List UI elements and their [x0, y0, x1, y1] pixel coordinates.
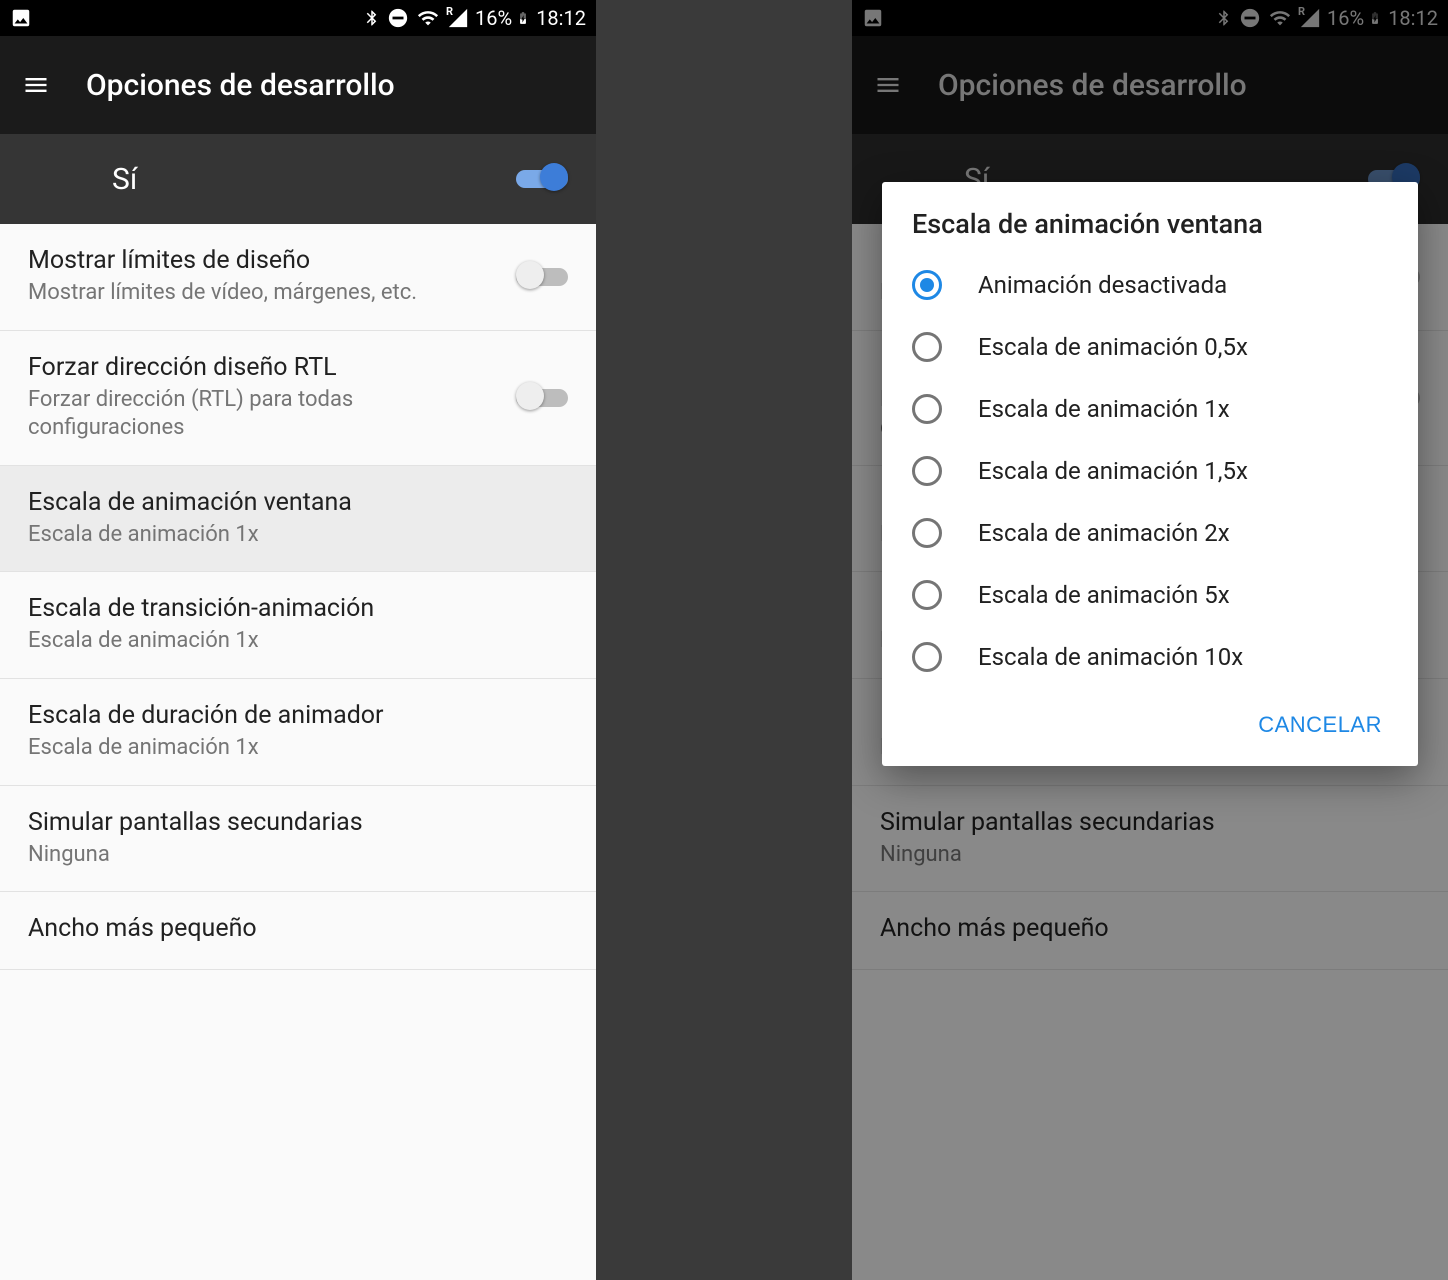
battery-charging-icon — [516, 7, 530, 29]
settings-item-subtitle: Escala de animación 1x — [28, 734, 568, 763]
dialog-title: Escala de animación ventana — [882, 208, 1418, 254]
dialog-option-label: Escala de animación 0,5x — [978, 333, 1248, 361]
settings-item[interactable]: Escala de animación ventana Escala de ani… — [0, 466, 596, 573]
dialog-option-label: Escala de animación 1x — [978, 395, 1230, 423]
status-bar: R 16% 18:12 — [0, 0, 596, 36]
dialog-option-label: Escala de animación 5x — [978, 581, 1230, 609]
animation-scale-dialog: Escala de animación ventana Animación de… — [882, 182, 1418, 766]
cancel-button[interactable]: CANCELAR — [1244, 702, 1396, 748]
bluetooth-icon — [363, 7, 381, 29]
dialog-option[interactable]: Escala de animación 2x — [882, 502, 1418, 564]
settings-item-title: Escala de transición-animación — [28, 594, 568, 623]
dialog-option[interactable]: Escala de animación 10x — [882, 626, 1418, 688]
app-bar: Opciones de desarrollo — [0, 36, 596, 134]
dialog-option[interactable]: Escala de animación 1x — [882, 378, 1418, 440]
radio-icon[interactable] — [912, 456, 942, 486]
settings-item-subtitle: Ninguna — [28, 841, 568, 870]
dialog-option-label: Escala de animación 2x — [978, 519, 1230, 547]
settings-item-title: Mostrar límites de diseño — [28, 246, 496, 275]
dialog-option[interactable]: Escala de animación 1,5x — [882, 440, 1418, 502]
master-toggle-row[interactable]: Sí — [0, 134, 596, 224]
settings-item-title: Simular pantallas secundarias — [28, 808, 568, 837]
settings-item-subtitle: Mostrar límites de vídeo, márgenes, etc. — [28, 279, 496, 308]
radio-icon[interactable] — [912, 642, 942, 672]
settings-item-title: Escala de animación ventana — [28, 488, 568, 517]
settings-item[interactable]: Escala de transición-animación Escala de … — [0, 572, 596, 679]
settings-item-title: Ancho más pequeño — [28, 914, 568, 943]
dialog-option-label: Escala de animación 1,5x — [978, 457, 1248, 485]
gallery-icon — [10, 7, 32, 29]
item-switch[interactable] — [516, 261, 568, 293]
settings-item-subtitle: Escala de animación 1x — [28, 627, 568, 656]
radio-icon[interactable] — [912, 270, 942, 300]
dialog-option-label: Escala de animación 10x — [978, 643, 1243, 671]
settings-item[interactable]: Ancho más pequeño — [0, 892, 596, 970]
page-title: Opciones de desarrollo — [86, 68, 395, 103]
radio-icon[interactable] — [912, 332, 942, 362]
master-toggle-label: Sí — [112, 162, 137, 197]
dnd-icon — [387, 7, 409, 29]
dialog-option[interactable]: Escala de animación 5x — [882, 564, 1418, 626]
dialog-option[interactable]: Escala de animación 0,5x — [882, 316, 1418, 378]
settings-item[interactable]: Escala de duración de animador Escala de … — [0, 679, 596, 786]
radio-icon[interactable] — [912, 580, 942, 610]
radio-icon[interactable] — [912, 518, 942, 548]
settings-item-title: Forzar dirección diseño RTL — [28, 353, 496, 382]
settings-item[interactable]: Mostrar límites de diseño Mostrar límites… — [0, 224, 596, 331]
settings-item-subtitle: Escala de animación 1x — [28, 521, 568, 550]
menu-icon[interactable] — [22, 71, 50, 99]
item-switch[interactable] — [516, 382, 568, 414]
wifi-icon — [415, 7, 441, 29]
clock: 18:12 — [536, 6, 586, 30]
settings-item-title: Escala de duración de animador — [28, 701, 568, 730]
phone-right: R 16% 18:12 Opciones de desarrollo Sí Mo… — [852, 0, 1448, 1280]
settings-item-subtitle: Forzar dirección (RTL) para todas config… — [28, 386, 496, 443]
dialog-option-label: Animación desactivada — [978, 271, 1227, 299]
radio-icon[interactable] — [912, 394, 942, 424]
settings-item[interactable]: Forzar dirección diseño RTL Forzar direcc… — [0, 331, 596, 466]
settings-item[interactable]: Simular pantallas secundarias Ninguna — [0, 786, 596, 893]
phone-left: R 16% 18:12 Opciones de desarrollo Sí Mo… — [0, 0, 596, 1280]
dialog-option[interactable]: Animación desactivada — [882, 254, 1418, 316]
master-switch[interactable] — [516, 163, 568, 195]
screenshot-gap — [596, 0, 852, 1280]
signal-icon: R — [447, 7, 469, 29]
settings-list: Mostrar límites de diseño Mostrar límites… — [0, 224, 596, 970]
battery-percent: 16% — [475, 6, 512, 30]
